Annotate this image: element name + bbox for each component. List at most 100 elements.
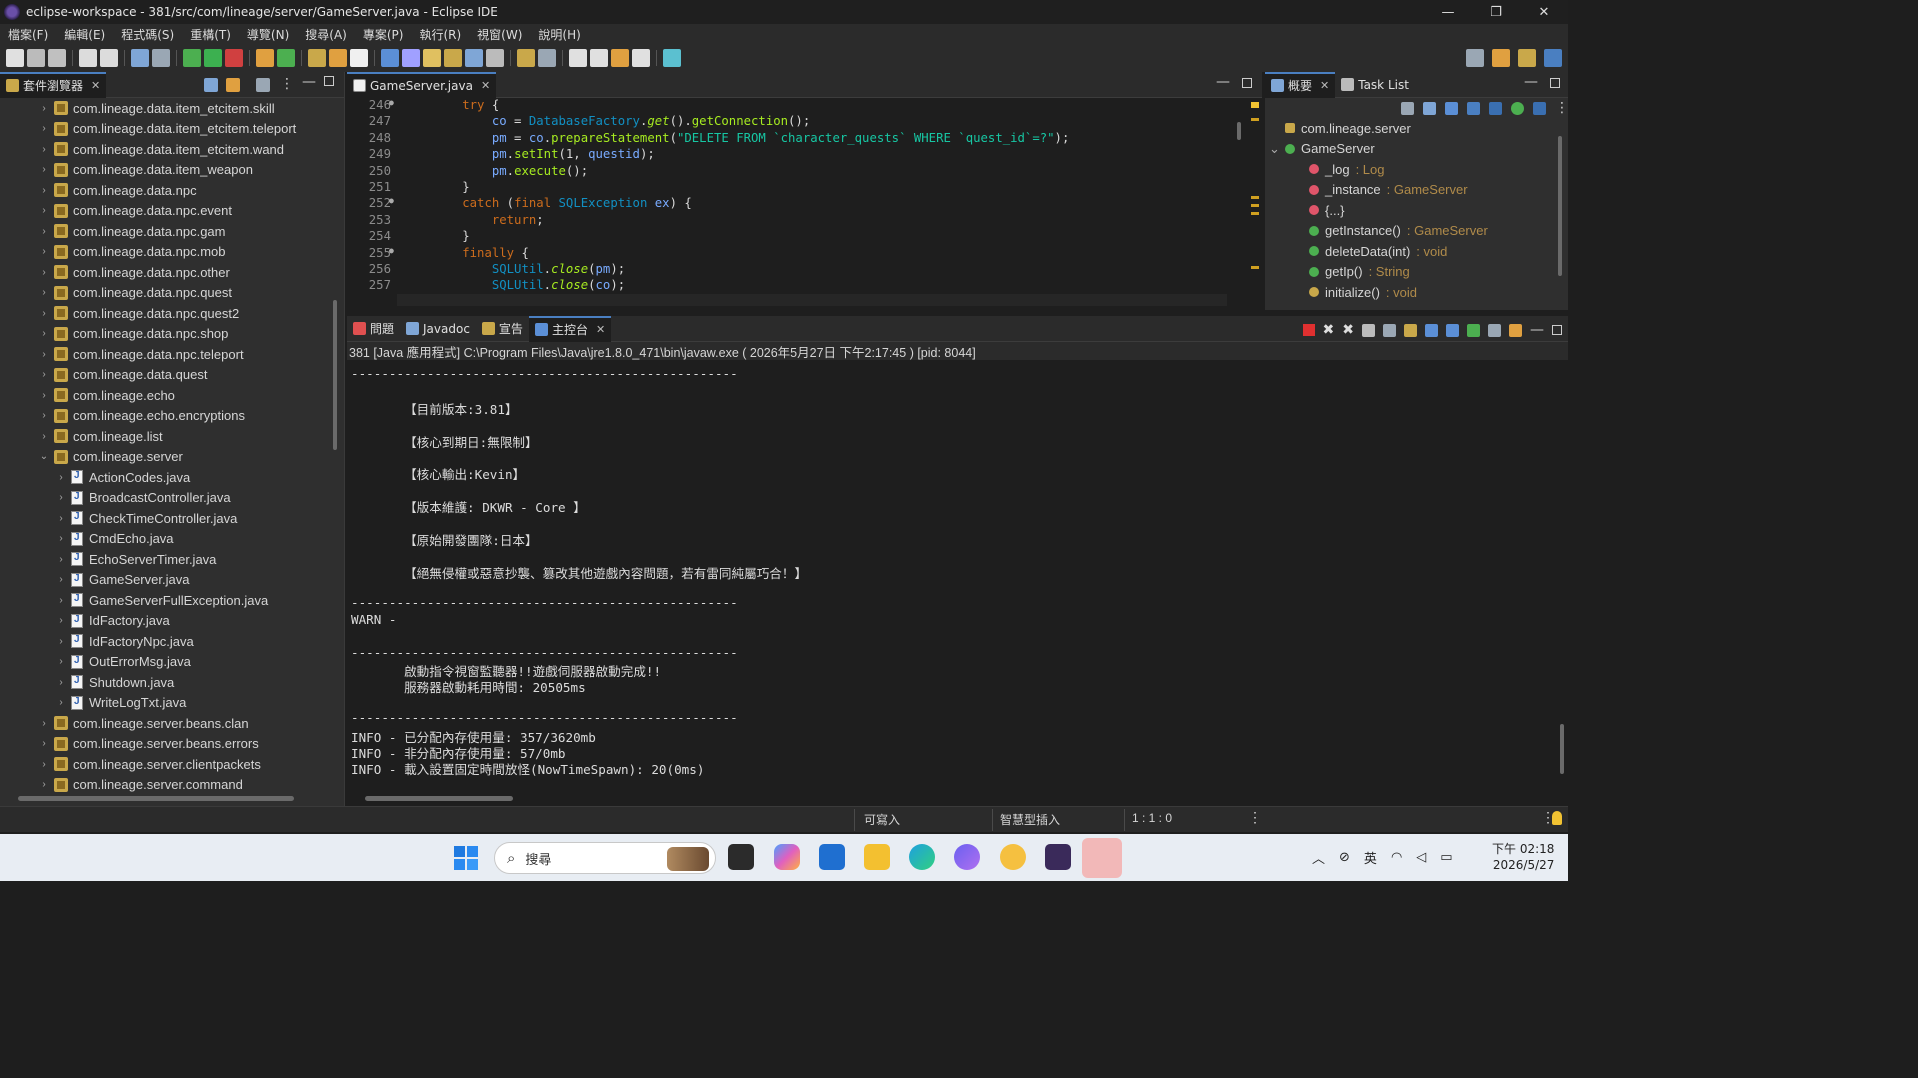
- display-selected-console-icon[interactable]: [1488, 323, 1501, 337]
- code-text[interactable]: }: [395, 180, 469, 196]
- maximize-view-icon[interactable]: [1242, 78, 1252, 88]
- chevron-right-icon[interactable]: ›: [55, 513, 67, 524]
- code-text[interactable]: co = DatabaseFactory.get().getConnection…: [395, 114, 810, 130]
- chevron-right-icon[interactable]: ›: [55, 554, 67, 565]
- tree-item[interactable]: ⌄ com.lineage.server: [0, 447, 330, 468]
- hide-fields-icon[interactable]: [1445, 102, 1458, 115]
- tree-item[interactable]: › IdFactory.java: [0, 611, 330, 632]
- outline-item[interactable]: _log: Log: [1265, 159, 1555, 180]
- tree-item[interactable]: › com.lineage.list: [0, 426, 330, 447]
- toolbar-button-icon[interactable]: [381, 49, 399, 67]
- tree-item[interactable]: › com.lineage.server.beans.clan: [0, 713, 330, 734]
- toolbar-button-icon[interactable]: [27, 49, 45, 67]
- tip-lightbulb-icon[interactable]: [1552, 811, 1562, 825]
- code-line[interactable]: 249 pm.setInt(1, questid);: [347, 147, 1237, 163]
- toolbar-button-icon[interactable]: [486, 49, 504, 67]
- wifi-icon[interactable]: ◠: [1391, 850, 1402, 865]
- chevron-right-icon[interactable]: ›: [38, 144, 50, 155]
- toolbar-button-icon[interactable]: [204, 49, 222, 67]
- outline-scrollbar[interactable]: [1558, 136, 1562, 276]
- hide-non-public-icon[interactable]: [1489, 102, 1502, 115]
- occurrence-marker-icon[interactable]: [1251, 266, 1259, 269]
- chevron-right-icon[interactable]: ›: [38, 718, 50, 729]
- pin-console-icon[interactable]: [1467, 323, 1480, 337]
- tree-item[interactable]: › com.lineage.server.clientpackets: [0, 754, 330, 775]
- menu-item-8[interactable]: 視窗(W): [469, 26, 530, 43]
- store-icon[interactable]: [819, 844, 845, 870]
- chevron-right-icon[interactable]: ›: [38, 226, 50, 237]
- outline-item[interactable]: initialize(): void: [1265, 282, 1555, 303]
- file-explorer-icon[interactable]: [864, 844, 890, 870]
- chevron-right-icon[interactable]: ›: [55, 472, 67, 483]
- tree-item[interactable]: › EchoServerTimer.java: [0, 549, 330, 570]
- tab-package-explorer[interactable]: 套件瀏覽器 ✕: [0, 71, 107, 98]
- tab-javadoc[interactable]: Javadoc: [400, 316, 476, 342]
- open-perspective-icon[interactable]: [1492, 49, 1510, 67]
- java-app-taskbar-icon[interactable]: [1082, 838, 1122, 878]
- sort-icon[interactable]: [1423, 102, 1436, 115]
- toolbar-button-icon[interactable]: [538, 49, 556, 67]
- chevron-right-icon[interactable]: ›: [38, 164, 50, 175]
- tree-item[interactable]: › GameServerFullException.java: [0, 590, 330, 611]
- show-console-stderr-icon[interactable]: [1446, 323, 1459, 337]
- package-tree-scrollbar[interactable]: [333, 300, 337, 450]
- outline-item[interactable]: {...}: [1265, 200, 1555, 221]
- view-menu-icon[interactable]: ⋮: [280, 76, 294, 92]
- chevron-right-icon[interactable]: ›: [38, 390, 50, 401]
- outline-item[interactable]: _instance: GameServer: [1265, 180, 1555, 201]
- tree-item[interactable]: › com.lineage.data.npc.other: [0, 262, 330, 283]
- chevron-down-icon[interactable]: ⌄: [1269, 141, 1281, 157]
- toolbar-button-icon[interactable]: [308, 49, 326, 67]
- chevron-right-icon[interactable]: ›: [55, 697, 67, 708]
- toolbar-button-icon[interactable]: [225, 49, 243, 67]
- chevron-right-icon[interactable]: ›: [38, 738, 50, 749]
- chevron-right-icon[interactable]: ›: [55, 533, 67, 544]
- tree-item[interactable]: › com.lineage.data.item_weapon: [0, 160, 330, 181]
- code-line[interactable]: 250 pm.execute();: [347, 164, 1237, 180]
- tree-item[interactable]: › com.lineage.server.beans.errors: [0, 734, 330, 755]
- open-console-icon[interactable]: [1509, 323, 1522, 337]
- code-text[interactable]: SQLUtil.close(pm);: [395, 262, 625, 278]
- toolbar-button-icon[interactable]: [131, 49, 149, 67]
- terminate-icon[interactable]: [1302, 324, 1315, 336]
- chevron-right-icon[interactable]: ›: [38, 349, 50, 360]
- code-lines[interactable]: 246 ● try {247 co = DatabaseFactory.get()…: [347, 98, 1237, 294]
- collapse-all-icon[interactable]: [204, 78, 218, 92]
- chevron-right-icon[interactable]: ›: [38, 103, 50, 114]
- toolbar-button-icon[interactable]: [277, 49, 295, 67]
- menu-item-1[interactable]: 編輯(E): [56, 26, 113, 43]
- menu-item-9[interactable]: 說明(H): [530, 26, 588, 43]
- toolbar-button-icon[interactable]: [152, 49, 170, 67]
- tree-item[interactable]: › CmdEcho.java: [0, 529, 330, 550]
- chevron-right-icon[interactable]: ›: [38, 267, 50, 278]
- minimize-view-icon[interactable]: —: [1216, 74, 1230, 90]
- chat-app-icon[interactable]: [954, 844, 980, 870]
- edge-icon[interactable]: [909, 844, 935, 870]
- tree-item[interactable]: › IdFactoryNpc.java: [0, 631, 330, 652]
- toolbar-button-icon[interactable]: [183, 49, 201, 67]
- chevron-right-icon[interactable]: ›: [55, 636, 67, 647]
- menu-item-3[interactable]: 重構(T): [182, 26, 239, 43]
- editor-vscrollbar[interactable]: [1237, 122, 1241, 140]
- tree-item[interactable]: › com.lineage.server.command: [0, 775, 330, 792]
- console-output[interactable]: ----------------------------------------…: [351, 366, 1551, 777]
- eclipse-taskbar-icon[interactable]: [1045, 844, 1071, 870]
- warning-marker-icon[interactable]: [1251, 102, 1259, 108]
- code-line[interactable]: 247 co = DatabaseFactory.get().getConnec…: [347, 114, 1237, 130]
- hide-static-icon[interactable]: [1467, 102, 1480, 115]
- console-vscrollbar[interactable]: [1560, 724, 1564, 774]
- tree-item[interactable]: › Shutdown.java: [0, 672, 330, 693]
- code-text[interactable]: SQLUtil.close(co);: [395, 278, 625, 294]
- taskbar-search[interactable]: ⌕ 搜尋: [494, 842, 716, 874]
- tree-item[interactable]: › GameServer.java: [0, 570, 330, 591]
- battery-icon[interactable]: ▭: [1440, 850, 1452, 865]
- menu-item-6[interactable]: 專案(P): [355, 26, 412, 43]
- task-view-icon[interactable]: [728, 844, 754, 870]
- tab-gameserver-java[interactable]: GameServer.java ✕: [347, 71, 497, 98]
- clock[interactable]: 下午 02:18 2026/5/27: [1492, 841, 1554, 873]
- tree-item[interactable]: › com.lineage.data.quest: [0, 365, 330, 386]
- menu-item-7[interactable]: 執行(R): [411, 26, 469, 43]
- remove-all-launches-icon[interactable]: ✖: [1342, 322, 1354, 338]
- tree-item[interactable]: › BroadcastController.java: [0, 488, 330, 509]
- menu-item-4[interactable]: 導覽(N): [239, 26, 297, 43]
